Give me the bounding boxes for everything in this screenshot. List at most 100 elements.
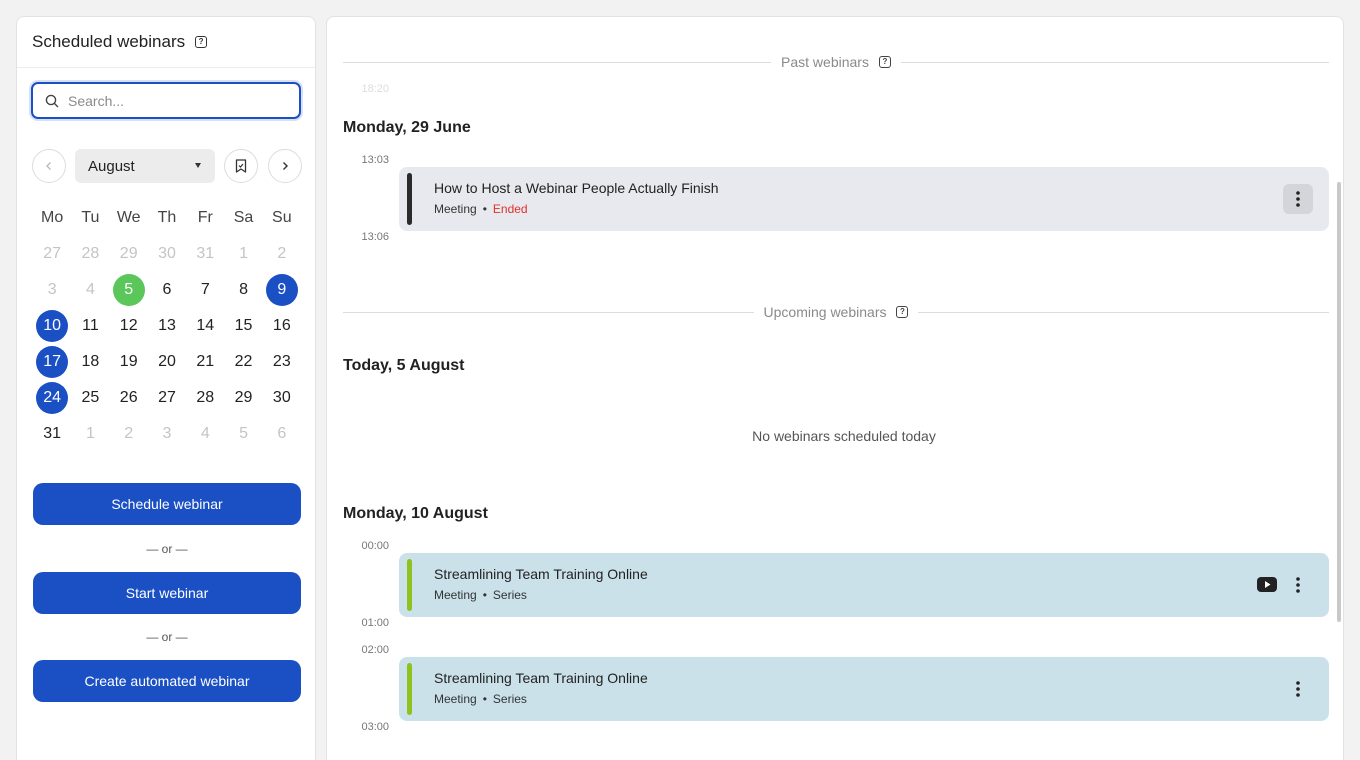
calendar-day[interactable]: 28 bbox=[71, 236, 109, 272]
time-label: 02:00 bbox=[361, 644, 389, 656]
start-webinar-button[interactable]: Start webinar bbox=[33, 572, 301, 614]
calendar-day-number: 17 bbox=[36, 346, 69, 378]
calendar-day[interactable]: 4 bbox=[71, 272, 109, 308]
scrollbar[interactable] bbox=[1337, 182, 1341, 622]
webinar-card[interactable]: Streamlining Team Training Online Meetin… bbox=[399, 657, 1329, 721]
more-options-button[interactable] bbox=[1283, 184, 1313, 214]
calendar-day-number: 4 bbox=[200, 425, 210, 442]
calendar-day[interactable]: 20 bbox=[148, 344, 186, 380]
calendar-day[interactable]: 29 bbox=[224, 380, 262, 416]
calendar-week-row: 24 25 26 27 28 29 30 bbox=[33, 380, 301, 416]
calendar-nav: August bbox=[32, 149, 302, 183]
calendar-day[interactable]: 5 bbox=[224, 416, 262, 452]
calendar-day-number: 26 bbox=[119, 389, 138, 406]
calendar-day-number: 2 bbox=[277, 245, 287, 262]
weekday-label: Fr bbox=[197, 209, 213, 226]
webinar-list-panel: Past webinars? 18:20 Monday, 29 June 13:… bbox=[326, 16, 1344, 760]
help-icon[interactable]: ? bbox=[878, 56, 891, 68]
calendar-day[interactable]: 1 bbox=[224, 236, 262, 272]
calendar-day-number: 31 bbox=[43, 425, 62, 442]
calendar-day-number: 18 bbox=[81, 353, 100, 370]
calendar-day[interactable]: 30 bbox=[263, 380, 301, 416]
prev-month-button[interactable] bbox=[32, 149, 66, 183]
calendar-day-number: 24 bbox=[36, 382, 69, 414]
calendar-day[interactable]: 21 bbox=[186, 344, 224, 380]
calendar-day[interactable]: 12 bbox=[110, 308, 148, 344]
calendar-day[interactable]: 27 bbox=[33, 236, 71, 272]
day-title: Monday, 29 June bbox=[343, 119, 471, 136]
calendar-day-number: 27 bbox=[158, 389, 176, 406]
calendar-day[interactable]: 1 bbox=[71, 416, 109, 452]
calendar-day[interactable]: 17 bbox=[33, 344, 71, 380]
next-month-button[interactable] bbox=[268, 149, 302, 183]
webinar-title: How to Host a Webinar People Actually Fi… bbox=[434, 180, 719, 196]
calendar-day[interactable]: 28 bbox=[186, 380, 224, 416]
webinar-card[interactable]: Streamlining Team Training Online Meetin… bbox=[399, 553, 1329, 617]
calendar-day[interactable]: 30 bbox=[148, 236, 186, 272]
weekday-label: We bbox=[116, 209, 141, 226]
panel-title: Scheduled webinars bbox=[32, 32, 186, 51]
calendar-day[interactable]: 10 bbox=[33, 308, 71, 344]
month-select[interactable]: August bbox=[75, 149, 215, 183]
schedule-webinar-button[interactable]: Schedule webinar bbox=[33, 483, 301, 525]
calendar-day-number: 31 bbox=[196, 245, 215, 262]
calendar-day[interactable]: 15 bbox=[224, 308, 262, 344]
calendar-day[interactable]: 6 bbox=[148, 272, 186, 308]
more-options-button[interactable] bbox=[1283, 674, 1313, 704]
calendar-day[interactable]: 2 bbox=[263, 236, 301, 272]
calendar-day[interactable]: 31 bbox=[186, 236, 224, 272]
calendar-week-row: 10 11 12 13 14 15 16 bbox=[33, 308, 301, 344]
calendar-day[interactable]: 14 bbox=[186, 308, 224, 344]
calendar-day[interactable]: 5 bbox=[110, 272, 148, 308]
status-badge: Ended bbox=[492, 202, 528, 216]
calendar-day[interactable]: 7 bbox=[186, 272, 224, 308]
meta-dot: • bbox=[482, 692, 487, 706]
weekday-label: Tu bbox=[81, 209, 100, 226]
calendar-day[interactable]: 3 bbox=[148, 416, 186, 452]
calendar-day[interactable]: 23 bbox=[263, 344, 301, 380]
search-icon bbox=[45, 94, 59, 107]
calendar-day[interactable]: 8 bbox=[224, 272, 262, 308]
calendar-day[interactable]: 26 bbox=[110, 380, 148, 416]
search-field[interactable] bbox=[31, 82, 301, 119]
calendar-day[interactable]: 6 bbox=[263, 416, 301, 452]
calendar-day-number: 3 bbox=[47, 281, 57, 298]
calendar-day[interactable]: 25 bbox=[71, 380, 109, 416]
calendar-day[interactable]: 13 bbox=[148, 308, 186, 344]
calendar-day[interactable]: 29 bbox=[110, 236, 148, 272]
calendar-day[interactable]: 19 bbox=[110, 344, 148, 380]
time-label: 01:00 bbox=[361, 617, 389, 629]
calendar-day-number: 3 bbox=[162, 425, 172, 442]
calendar-week-row: 27 28 29 30 31 1 2 bbox=[33, 236, 301, 272]
day-title: Monday, 10 August bbox=[343, 505, 488, 522]
calendar-day[interactable]: 9 bbox=[263, 272, 301, 308]
calendar-day[interactable]: 4 bbox=[186, 416, 224, 452]
youtube-stream-button[interactable] bbox=[1257, 577, 1277, 597]
more-options-button[interactable] bbox=[1283, 570, 1313, 600]
search-input[interactable] bbox=[68, 92, 278, 109]
calendar-day[interactable]: 27 bbox=[148, 380, 186, 416]
calendar-day[interactable]: 2 bbox=[110, 416, 148, 452]
calendar-day-number: 9 bbox=[265, 274, 298, 306]
chevron-right-icon bbox=[283, 162, 288, 170]
weekday-label: Su bbox=[272, 209, 292, 226]
kebab-menu-icon bbox=[1296, 577, 1300, 593]
time-label: 18:20 bbox=[361, 83, 389, 95]
calendar-day[interactable]: 18 bbox=[71, 344, 109, 380]
help-icon[interactable]: ? bbox=[195, 36, 208, 48]
calendar-day-number: 25 bbox=[81, 389, 100, 406]
calendar-day[interactable]: 24 bbox=[33, 380, 71, 416]
calendar-day[interactable]: 16 bbox=[263, 308, 301, 344]
create-automated-webinar-button[interactable]: Create automated webinar bbox=[33, 660, 301, 702]
past-webinar-card[interactable]: How to Host a Webinar People Actually Fi… bbox=[399, 167, 1329, 231]
calendar-day[interactable]: 31 bbox=[33, 416, 71, 452]
calendar-day[interactable]: 22 bbox=[224, 344, 262, 380]
bookmark-button[interactable] bbox=[224, 149, 258, 183]
calendar-day[interactable]: 11 bbox=[71, 308, 109, 344]
calendar-day-number: 28 bbox=[196, 389, 215, 406]
calendar-week-row: 31 1 2 3 4 5 6 bbox=[33, 416, 301, 452]
help-icon[interactable]: ? bbox=[896, 306, 909, 318]
webinar-meta: Meeting • Ended bbox=[434, 202, 528, 216]
calendar-grid: Mo Tu We Th Fr Sa Su 27 28 29 30 31 1 2 3 4 5 6 7 8 9 10 11 12… bbox=[33, 200, 301, 452]
calendar-day[interactable]: 3 bbox=[33, 272, 71, 308]
